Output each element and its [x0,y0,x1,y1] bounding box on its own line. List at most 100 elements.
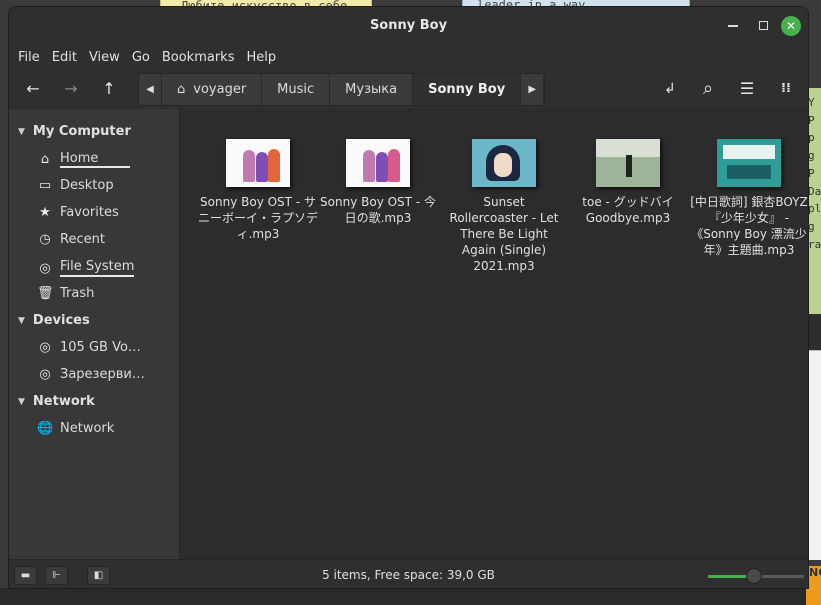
desktop-note-green-line: P [808,166,815,180]
desktop-background-strip [808,314,821,350]
star-icon: ★ [39,205,51,220]
sidebar-item-label: Trash [60,286,95,301]
sidebar-item-label: Network [60,421,115,436]
breadcrumb-scroll-left[interactable]: ◀ [139,74,162,105]
sidebar-item-label: Home [60,151,130,168]
toggle-location-button[interactable]: ↲ [658,77,682,101]
sidebar-item-label: 105 GB Vo… [60,340,141,355]
minimize-icon [728,24,738,27]
trash-icon: 🗑 [37,286,54,301]
sidebar-item-file-system[interactable]: ◎ File System [37,259,177,277]
album-thumbnail [596,139,660,187]
menu-bar: File Edit View Go Bookmarks Help [9,45,808,69]
list-view-icon: ☰ [739,79,755,98]
arrow-left-icon: ← [26,79,40,98]
sidebar-item-recent[interactable]: ◷ Recent [37,232,177,247]
title-bar[interactable]: Sonny Boy ✕ [9,7,808,45]
desktop-note-green-line: g [808,219,815,233]
up-button[interactable]: ↑ [97,77,121,101]
home-icon: ⌂ [177,82,186,97]
sidebar-item-label: Favorites [60,205,119,220]
menu-view[interactable]: View [89,50,129,65]
sidebar-item-label: Recent [60,232,105,247]
file-name: Sonny Boy OST - 今日の歌.mp3 [320,195,436,225]
breadcrumb-label: Музыка [345,82,398,97]
breadcrumb-scroll-right[interactable]: ▶ [521,74,545,105]
desktop-note-green-line: g [808,149,815,163]
file-item[interactable]: Sunset Rollercoaster - Let There Be Ligh… [443,139,565,274]
chevron-left-icon: ◀ [146,84,154,95]
desktop-note-green-line: pl [808,202,821,216]
chevron-right-icon: ▶ [528,84,537,95]
menu-bookmarks[interactable]: Bookmarks [162,50,244,65]
sidebar-item-favorites[interactable]: ★ Favorites [37,205,177,220]
breadcrumb-voyager[interactable]: ⌂ voyager [162,74,263,105]
breadcrumb-label: Sonny Boy [428,82,506,97]
sidebar-item-trash[interactable]: 🗑 Trash [37,286,177,301]
sidebar-item-desktop[interactable]: ▭ Desktop [37,178,177,193]
menu-go[interactable]: Go [132,50,159,65]
collapse-triangle-icon: ▼ [18,396,25,407]
album-thumbnail [226,139,290,187]
file-item[interactable]: Sonny Boy OST - サニーボーイ・ラプソディ.mp3 [197,139,319,242]
desktop-note-green-line: Da [808,184,821,198]
sidebar-section-title: Devices [32,313,90,328]
search-button[interactable]: ⌕ [696,77,720,101]
maximize-icon [758,21,768,30]
sidebar-item-label: File System [60,259,135,277]
compact-view-button[interactable]: ⁞⁞ [774,77,798,101]
file-name: [中日歌詞] 銀杏BOYZ『少年少女』 - 《Sonny Boy 漂流少年》主題… [690,195,808,257]
file-manager-window: Sonny Boy ✕ File Edit View Go Bookmarks … [8,6,809,589]
sidebar-item-reserved[interactable]: ◎ Зарезерви… [37,367,177,382]
breadcrumb-muzyka[interactable]: Музыка [330,74,414,105]
arrow-up-icon: ↑ [102,79,116,98]
status-bar: ▬ ⊩ ◧ 5 items, Free space: 39,0 GB [9,559,808,588]
sidebar-item-network[interactable]: 🌐 Network [37,421,177,436]
status-text: 5 items, Free space: 39,0 GB [322,568,495,582]
album-thumbnail [346,139,410,187]
file-item[interactable]: [中日歌詞] 銀杏BOYZ『少年少女』 - 《Sonny Boy 漂流少年》主題… [688,139,808,258]
file-name: Sunset Rollercoaster - Let There Be Ligh… [449,195,559,273]
home-icon: ⌂ [40,152,50,167]
sidebar-item-label: Desktop [60,178,114,193]
sidebar-item-home[interactable]: ⌂ Home [37,151,177,168]
album-thumbnail [472,139,536,187]
globe-icon: 🌐 [37,421,54,436]
compact-view-icon: ⁞⁞ [781,81,791,96]
file-view[interactable]: Sonny Boy OST - サニーボーイ・ラプソディ.mp3 Sonny B… [181,109,808,559]
file-item[interactable]: Sonny Boy OST - 今日の歌.mp3 [317,139,439,226]
sidebar-section-title: My Computer [32,124,131,139]
breadcrumb-music[interactable]: Music [262,74,331,105]
drive-icon: ◎ [39,260,51,276]
close-button[interactable]: ✕ [781,16,801,36]
sidebar-item-volume[interactable]: ◎ 105 GB Vo… [37,340,177,355]
sidebar-section-my-computer[interactable]: ▼ My Computer [18,124,131,139]
minimize-button[interactable] [724,17,742,35]
desktop-note-green-line: Y [808,96,815,109]
forward-button[interactable]: → [59,77,83,101]
clock-icon: ◷ [39,232,51,247]
menu-help[interactable]: Help [246,50,285,65]
desktop-note-green-line: P [808,113,815,127]
file-item[interactable]: toe - グッドバイ Goodbye.mp3 [567,139,689,226]
menu-edit[interactable]: Edit [52,50,86,65]
maximize-button[interactable] [754,17,772,35]
breadcrumb-label: voyager [193,82,247,97]
collapse-triangle-icon: ▼ [18,126,25,137]
sidebar-section-network[interactable]: ▼ Network [18,394,95,409]
list-view-button[interactable]: ☰ [735,77,759,101]
file-name: toe - グッドバイ Goodbye.mp3 [582,195,674,225]
desktop-note-green-line: p [808,131,815,145]
desktop-background-bottom [0,588,821,605]
menu-file[interactable]: File [18,50,49,65]
album-thumbnail [717,139,781,187]
collapse-triangle-icon: ▼ [18,315,25,326]
toolbar: ← → ↑ ◀ ⌂ voyager Music Музыка Sonny Boy [9,69,808,109]
drive-icon: ◎ [39,340,51,355]
desktop-note-green-line: ra [808,237,821,251]
sidebar-section-devices[interactable]: ▼ Devices [18,313,90,328]
search-icon: ⌕ [702,78,714,99]
zoom-slider-handle[interactable] [746,568,763,584]
back-button[interactable]: ← [21,77,45,101]
breadcrumb-sonny-boy[interactable]: Sonny Boy [413,74,522,105]
